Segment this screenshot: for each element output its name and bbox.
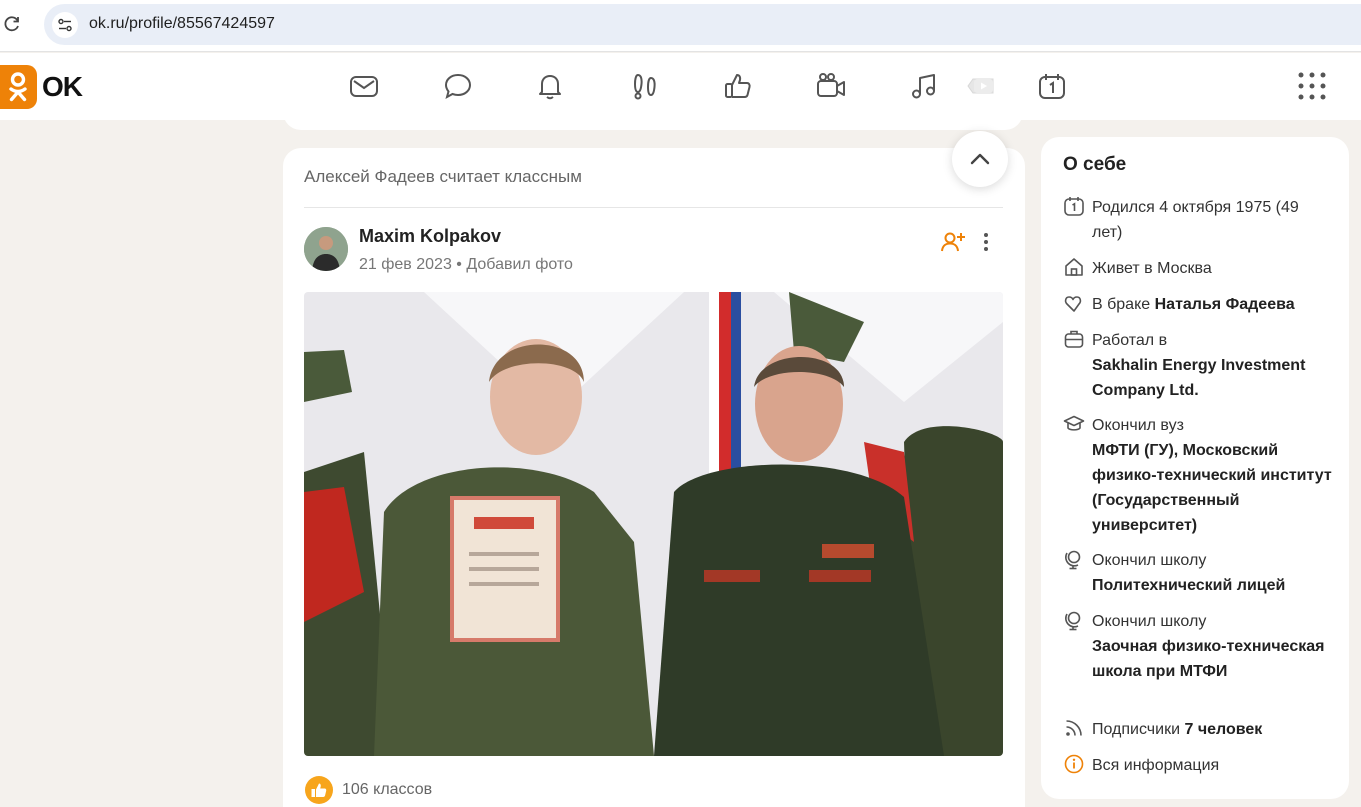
about-school-2: Окончил школу Заочная физико-техническая … [1063,609,1343,709]
url-text[interactable]: ok.ru/profile/85567424597 [89,15,275,33]
previous-post-card [283,106,1023,130]
school-1-prefix: Окончил школу [1092,552,1207,569]
mail-icon[interactable] [348,70,380,102]
globe-icon [1063,609,1085,631]
reload-icon[interactable] [2,14,22,34]
author-name[interactable]: Maxim Kolpakov [359,226,501,247]
divider [304,207,1003,208]
graduation-cap-icon [1063,413,1085,435]
spouse-link[interactable]: Наталья Фадеева [1155,296,1295,313]
about-school-1: Окончил школу Политехнический лицей [1063,548,1343,598]
followers-count[interactable]: 7 человек [1184,721,1262,738]
post-date[interactable]: 21 фев 2023 [359,256,452,273]
marriage-prefix: В браке [1092,296,1155,313]
university-text: Окончил вуз МФТИ (ГУ), Московский физико-… [1092,413,1332,538]
work-text: Работал в Sakhalin Energy Investment Comp… [1092,328,1332,403]
birthday-text: Родился 4 октября 1975 (49 лет) [1092,199,1299,241]
video-play-icon[interactable] [964,70,996,102]
chevron-up-icon [970,153,990,165]
rss-icon [1063,717,1085,739]
bell-icon[interactable] [534,70,566,102]
location-text: Живет в Москва [1092,260,1212,277]
home-icon [1063,256,1085,278]
apps-grid-icon[interactable] [1296,70,1328,102]
about-birthday: Родился 4 октября 1975 (49 лет) [1063,195,1343,245]
logo-text: OK [42,71,83,102]
liked-by-line[interactable]: Алексей Фадеев считает классным [304,167,582,187]
company-link[interactable]: Sakhalin Energy Investment Company Ltd. [1092,357,1305,399]
about-university: Окончил вуз МФТИ (ГУ), Московский физико-… [1063,413,1343,538]
university-link[interactable]: МФТИ (ГУ), Московский физико-технический… [1092,442,1332,534]
guests-icon[interactable] [629,70,661,102]
all-info-link[interactable]: Вся информация [1063,753,1343,778]
author-avatar[interactable] [304,227,348,271]
more-options-icon[interactable] [978,230,994,254]
site-info-icon[interactable] [52,12,78,38]
calendar-icon [1063,195,1085,217]
university-prefix: Окончил вуз [1092,417,1184,434]
ok-logo-icon [0,65,37,109]
likes-icon[interactable] [722,70,754,102]
followers-prefix: Подписчики [1092,721,1185,738]
about-location: Живет в Москва [1063,256,1343,281]
meta-separator: • [456,256,462,273]
marriage-text: В браке Наталья Фадеева [1092,292,1332,317]
all-info-text[interactable]: Вся информация [1092,753,1332,778]
school-2-prefix: Окончил школу [1092,613,1207,630]
music-icon[interactable] [908,70,940,102]
add-friend-icon[interactable] [940,230,966,254]
about-marriage: В браке Наталья Фадеева [1063,292,1343,317]
briefcase-icon [1063,328,1085,350]
info-icon [1063,753,1085,775]
like-badge-icon[interactable] [305,776,333,804]
browser-bar: ok.ru/profile/85567424597 [0,0,1361,52]
about-title: О себе [1063,154,1127,175]
school-1-link[interactable]: Политехнический лицей [1092,577,1285,594]
likes-count[interactable]: 106 классов [342,781,432,799]
followers-text: Подписчики 7 человек [1092,717,1332,742]
about-card: О себе Родился 4 октября 1975 (49 лет) Ж… [1041,137,1349,799]
post-photo[interactable] [304,292,1003,756]
school-1-text: Окончил школу Политехнический лицей [1092,548,1332,598]
post-card: Алексей Фадеев считает классным Maxim Ko… [283,148,1025,807]
school-2-link[interactable]: Заочная физико-техническая школа при МТФ… [1092,638,1325,680]
calendar-icon[interactable] [1036,70,1068,102]
address-bar[interactable]: ok.ru/profile/85567424597 [44,4,1361,45]
post-action: Добавил фото [466,256,573,273]
post-meta: 21 фев 2023 • Добавил фото [359,256,573,274]
school-2-text: Окончил школу Заочная физико-техническая … [1092,609,1332,684]
chat-icon[interactable] [442,70,474,102]
about-work: Работал в Sakhalin Energy Investment Comp… [1063,328,1343,403]
work-prefix: Работал в [1092,332,1168,349]
video-camera-icon[interactable] [815,70,847,102]
about-followers[interactable]: Подписчики 7 человек [1063,717,1343,742]
scroll-to-top-button[interactable] [952,131,1008,187]
globe-icon [1063,548,1085,570]
hearts-icon [1063,292,1085,314]
